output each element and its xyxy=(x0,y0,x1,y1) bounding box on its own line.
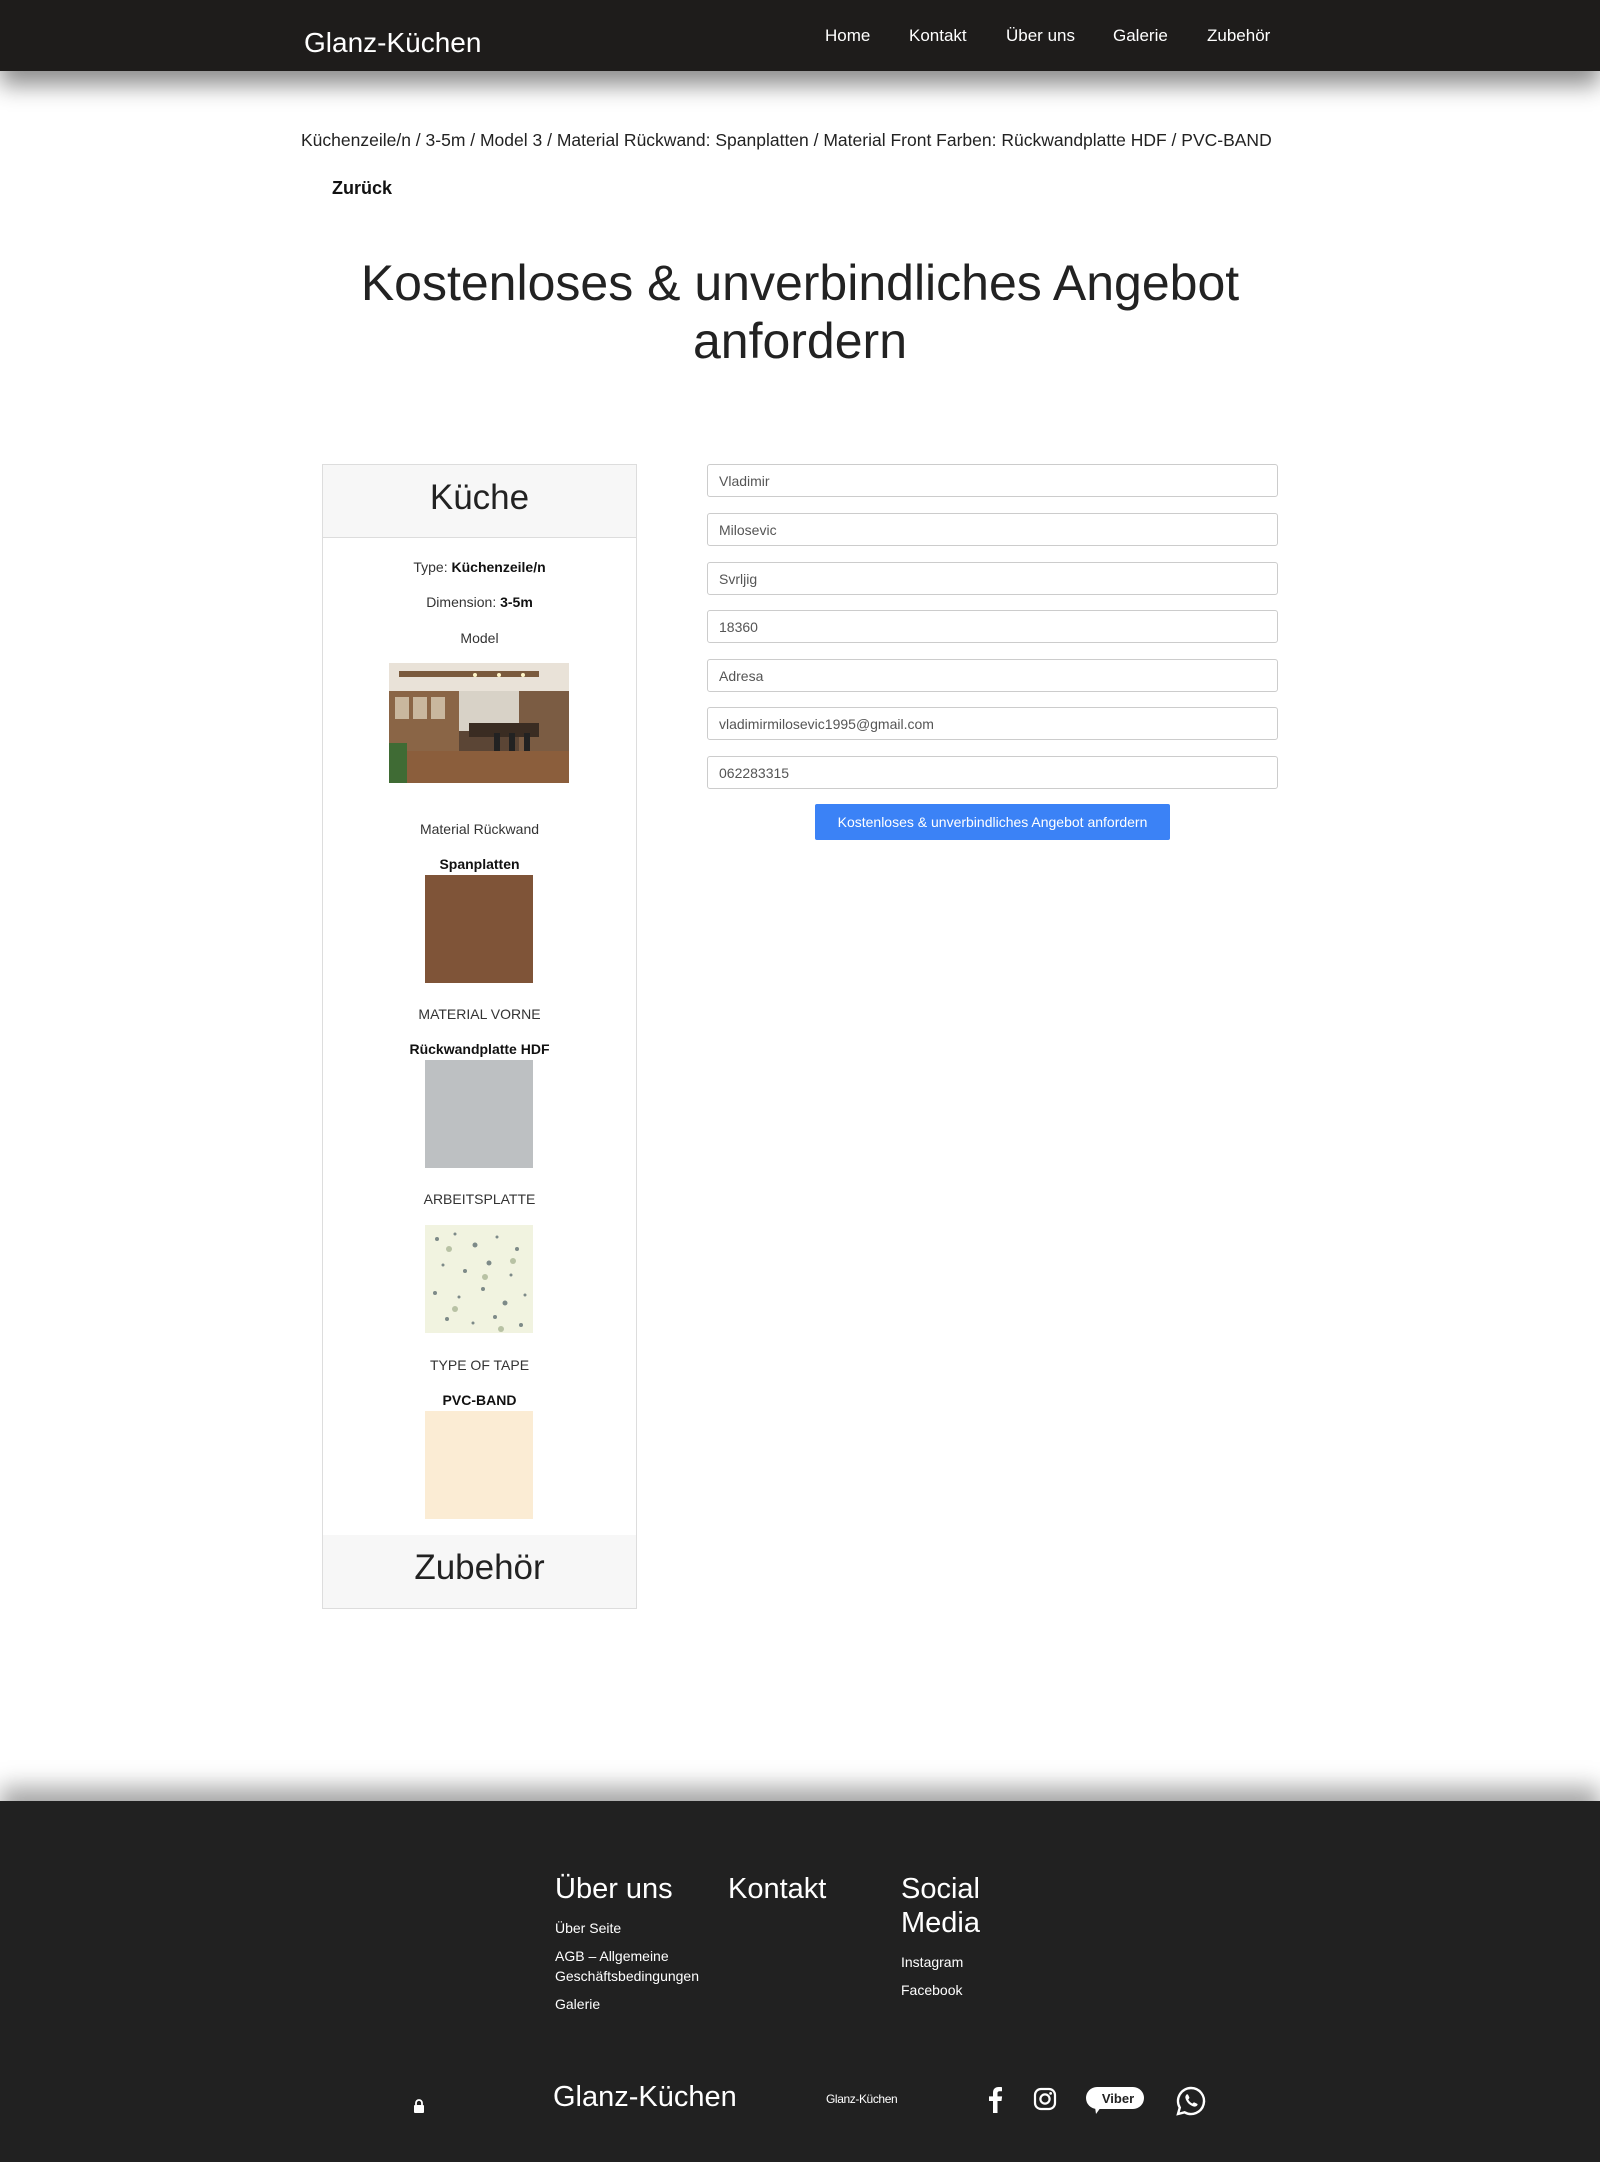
top-navigation-bar: Glanz-Küchen Home Kontakt Über uns Galer… xyxy=(0,0,1600,71)
nav-kontakt[interactable]: Kontakt xyxy=(909,26,967,46)
nav-galerie[interactable]: Galerie xyxy=(1113,26,1168,46)
dimension-row: Dimension: 3-5m xyxy=(323,594,636,610)
card-title: Küche xyxy=(323,465,636,538)
tape-swatch xyxy=(425,1411,533,1519)
footer-link-galerie[interactable]: Galerie xyxy=(555,1994,720,2014)
first-name-input[interactable] xyxy=(707,464,1278,497)
brand-logo[interactable]: Glanz-Küchen xyxy=(304,27,481,59)
type-value: Küchenzeile/n xyxy=(451,559,546,575)
dimension-label: Dimension: xyxy=(426,594,497,610)
address-input[interactable] xyxy=(707,659,1278,692)
last-name-input[interactable] xyxy=(707,513,1278,546)
site-footer: Über uns Über Seite AGB – Allgemeine Ges… xyxy=(0,1801,1600,2162)
phone-input[interactable] xyxy=(707,756,1278,789)
footer-about-title: Über uns xyxy=(555,1873,673,1905)
city-input[interactable] xyxy=(707,562,1278,595)
kitchen-model-photo xyxy=(389,663,569,783)
footer-link-agb[interactable]: AGB – Allgemeine Geschäftsbedingungen xyxy=(555,1946,720,1986)
breadcrumb: Küchenzeile/n / 3-5m / Model 3 / Materia… xyxy=(301,130,1272,150)
model-label: Model xyxy=(460,630,499,646)
nav-ueber-uns[interactable]: Über uns xyxy=(1006,26,1075,46)
card-footer-zubehoer: Zubehör xyxy=(323,1535,636,1608)
arbeitsplatte-label: ARBEITSPLATTE xyxy=(423,1191,536,1207)
dimension-value: 3-5m xyxy=(500,594,533,610)
footer-contact-column: Kontakt xyxy=(728,1872,826,1906)
rueckwand-swatch xyxy=(425,875,533,983)
submit-quote-button[interactable]: Kostenloses & unverbindliches Angebot an… xyxy=(815,804,1170,840)
viber-text: Viber xyxy=(1102,2091,1134,2106)
page-title: Kostenloses & unverbindliches Angebot an… xyxy=(360,255,1240,369)
footer-social-title: Social Media xyxy=(901,1873,980,1939)
kitchen-summary-card: Küche Type: Küchenzeile/n Dimension: 3-5… xyxy=(322,464,637,1609)
material-vorne-swatch xyxy=(425,1060,533,1168)
footer-link-ueber-seite[interactable]: Über Seite xyxy=(555,1918,720,1938)
type-row: Type: Küchenzeile/n xyxy=(323,559,636,575)
lock-icon xyxy=(413,2099,425,2118)
footer-contact-title: Kontakt xyxy=(728,1873,827,1905)
footer-link-facebook[interactable]: Facebook xyxy=(901,1980,1001,2000)
nav-home[interactable]: Home xyxy=(825,26,870,46)
facebook-icon[interactable] xyxy=(987,2087,1003,2118)
rueckwand-value: Spanplatten xyxy=(439,856,520,872)
postal-code-input[interactable] xyxy=(707,610,1278,643)
footer-brand[interactable]: Glanz-Küchen xyxy=(553,2081,737,2114)
type-label: Type: xyxy=(413,559,448,575)
tape-value: PVC-BAND xyxy=(442,1392,517,1408)
viber-icon[interactable]: Viber xyxy=(1085,2085,1145,2120)
footer-link-instagram[interactable]: Instagram xyxy=(901,1952,1001,1972)
nav-zubehoer[interactable]: Zubehör xyxy=(1207,26,1270,46)
footer-brand-small[interactable]: Glanz-Küchen xyxy=(826,2092,898,2106)
tape-label: TYPE OF TAPE xyxy=(429,1357,530,1373)
footer-about-column: Über uns Über Seite AGB – Allgemeine Ges… xyxy=(555,1872,720,2014)
material-vorne-label: MATERIAL VORNE xyxy=(418,1006,541,1022)
rueckwand-label: Material Rückwand xyxy=(419,821,540,837)
footer-social-column: Social Media Instagram Facebook xyxy=(901,1872,1001,2000)
instagram-icon[interactable] xyxy=(1033,2087,1057,2116)
whatsapp-icon[interactable] xyxy=(1175,2085,1207,2122)
material-vorne-value: Rückwandplatte HDF xyxy=(409,1041,550,1057)
back-link[interactable]: Zurück xyxy=(332,178,392,199)
email-input[interactable] xyxy=(707,707,1278,740)
arbeitsplatte-swatch xyxy=(425,1225,533,1333)
